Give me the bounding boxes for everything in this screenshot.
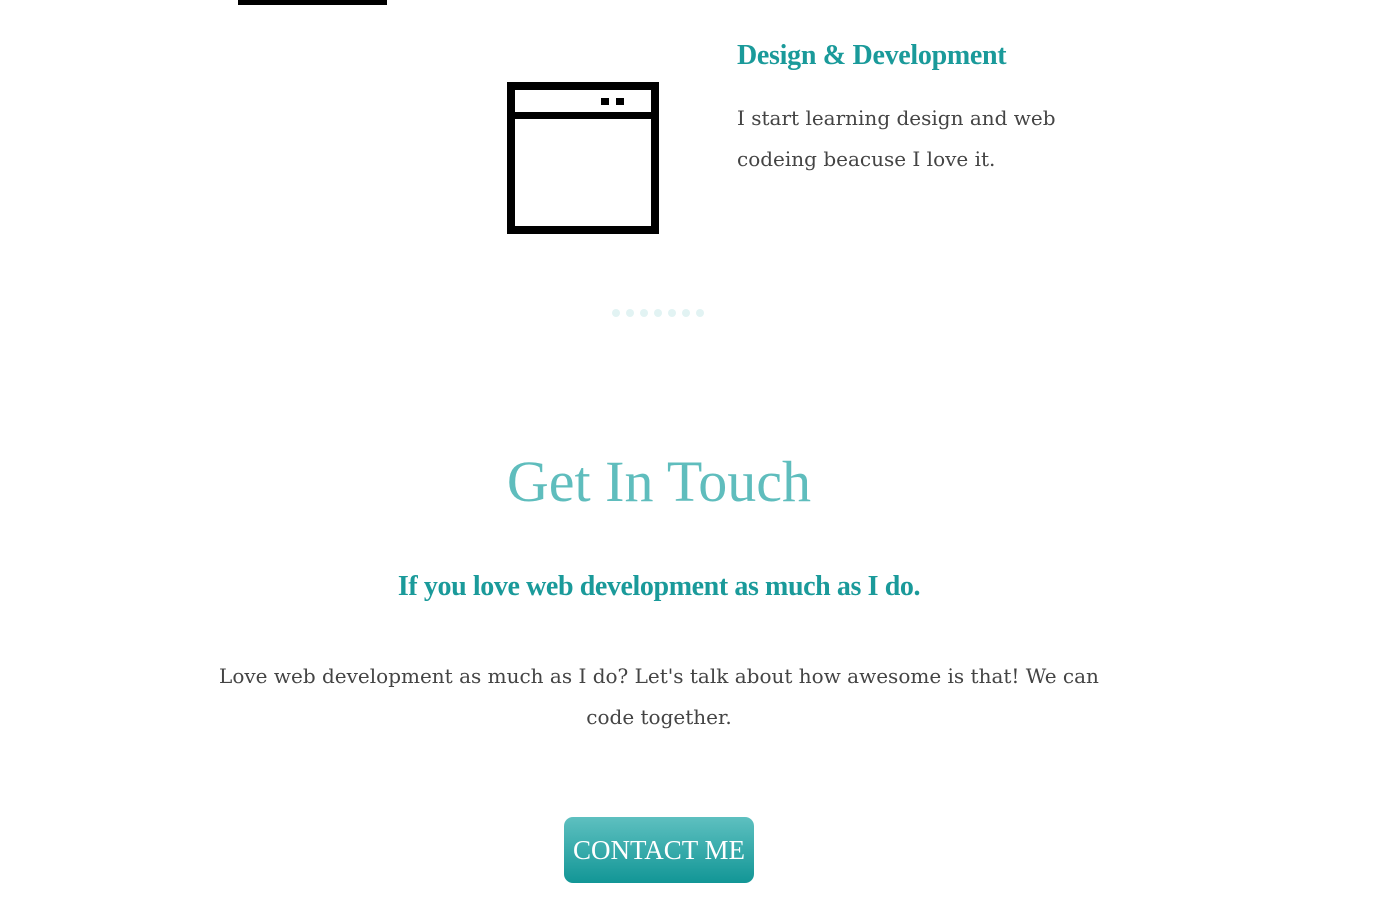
service-title: Design & Development — [737, 40, 1007, 71]
carousel-dot[interactable] — [654, 309, 662, 317]
service-description: I start learning design and web codeing … — [737, 106, 1056, 171]
previous-section-icon-edge — [238, 0, 387, 5]
carousel-dot[interactable] — [626, 309, 634, 317]
contact-text: Love web development as much as I do? Le… — [219, 664, 1099, 729]
contact-me-button[interactable]: CONTACT ME — [564, 817, 754, 883]
carousel-dot[interactable] — [668, 309, 676, 317]
carousel-dots — [612, 309, 704, 317]
contact-subheading: If you love web development as much as I… — [397, 571, 921, 602]
carousel-dot[interactable] — [640, 309, 648, 317]
carousel-dot[interactable] — [696, 309, 704, 317]
contact-heading: Get In Touch — [506, 449, 812, 514]
carousel-dot[interactable] — [682, 309, 690, 317]
browser-window-icon — [507, 82, 659, 234]
carousel-dot[interactable] — [612, 309, 620, 317]
